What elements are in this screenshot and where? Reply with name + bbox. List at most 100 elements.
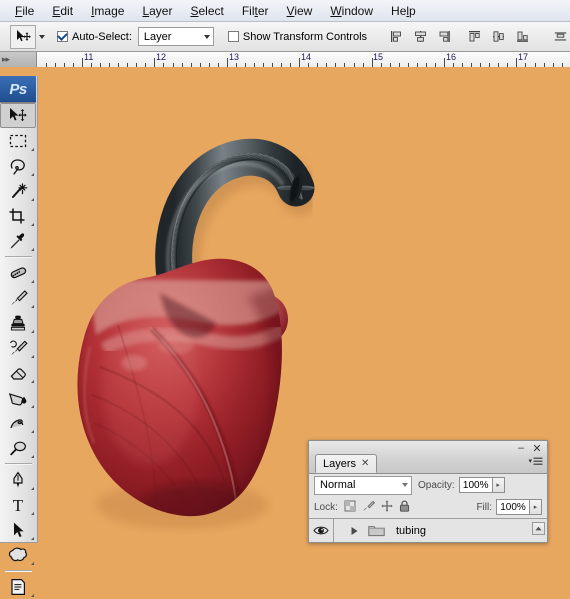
crop-tool[interactable] [0, 203, 36, 228]
layers-panel-titlebar[interactable]: – ✕ [309, 441, 547, 455]
lock-image-pixels-icon[interactable] [362, 500, 375, 515]
show-transform-checkbox[interactable] [227, 31, 239, 42]
lock-all-icon[interactable] [399, 499, 410, 515]
flyout-triangle-icon [31, 562, 34, 565]
dodge-tool[interactable] [0, 435, 36, 460]
ruler-label: 17 [518, 52, 529, 62]
history-brush-tool[interactable] [0, 335, 36, 360]
gradient-tool[interactable] [0, 385, 36, 410]
auto-select-value: Layer [143, 30, 172, 43]
lasso-tool[interactable] [0, 153, 36, 178]
tab-close-icon[interactable]: ✕ [361, 458, 369, 469]
fill-label: Fill: [476, 501, 492, 513]
toolbox-divider-1 [5, 256, 32, 257]
menu-item-select[interactable]: Select [181, 2, 232, 20]
flyout-triangle-icon [31, 355, 34, 358]
menu-label-view: iew [294, 3, 313, 18]
menu-label-edit: dit [60, 3, 74, 18]
menu-item-image[interactable]: Image [82, 2, 133, 20]
menu-bar: File Edit Image Layer Select Filter View… [0, 0, 570, 22]
align-right-edges-icon[interactable] [433, 26, 455, 48]
menu-label-file: ile [22, 3, 35, 18]
distribute-top-edges-icon[interactable] [549, 26, 570, 48]
layer-visibility-toggle[interactable] [309, 519, 334, 542]
path-selection-tool[interactable] [0, 517, 36, 542]
align-left-edges-icon[interactable] [385, 26, 407, 48]
panel-menu-icon[interactable]: ▾ [528, 457, 543, 466]
align-bottom-edges-icon[interactable] [511, 26, 533, 48]
menu-item-layer[interactable]: Layer [133, 2, 181, 20]
align-horizontal-centers-icon[interactable] [409, 26, 431, 48]
pen-tool[interactable] [0, 467, 36, 492]
flyout-triangle-icon [31, 455, 34, 458]
menu-label-select: elect [198, 3, 224, 18]
tab-layers[interactable]: Layers ✕ [315, 454, 378, 473]
lock-transparent-pixels-icon[interactable] [344, 500, 356, 515]
menu-item-window[interactable]: Window [321, 2, 382, 20]
magic-wand-tool[interactable] [0, 178, 36, 203]
brush-tool[interactable] [0, 285, 36, 310]
flyout-triangle-icon [31, 594, 34, 597]
flyout-triangle-icon [31, 198, 34, 201]
blur-tool[interactable] [0, 410, 36, 435]
opacity-input[interactable]: 100% [458, 477, 493, 493]
menu-item-view[interactable]: View [278, 2, 322, 20]
fill-input[interactable]: 100% [496, 499, 530, 515]
blend-mode-row: Normal Opacity: 100% ▸ [309, 474, 547, 496]
ruler-label: 11 [84, 52, 94, 62]
menu-label-image: mage [94, 3, 125, 18]
flyout-triangle-icon [31, 223, 34, 226]
flyout-triangle-icon [31, 512, 34, 515]
tool-preset-picker[interactable] [10, 24, 45, 49]
toolbox: Ps T [0, 76, 38, 597]
menu-item-help[interactable]: Help [382, 2, 425, 20]
ruler-tick [516, 58, 517, 67]
lock-position-icon[interactable] [381, 499, 393, 515]
blend-mode-chevron-down-icon [402, 483, 408, 487]
table-row[interactable]: tubing [309, 518, 547, 542]
layer-group-expand-toggle[interactable] [350, 526, 359, 536]
flyout-triangle-icon [31, 537, 34, 540]
align-vertical-centers-icon[interactable] [487, 26, 509, 48]
menu-item-file[interactable]: File [6, 2, 43, 20]
menu-label-layer: ayer [149, 3, 173, 18]
flyout-triangle-icon [31, 173, 34, 176]
ruler-tick [444, 58, 445, 67]
flyout-triangle-icon [31, 280, 34, 283]
healing-brush-tool[interactable] [0, 260, 36, 285]
auto-select-chevron-down-icon [203, 34, 210, 39]
menu-label-help-b: p [409, 3, 416, 18]
eyedropper-tool[interactable] [0, 228, 36, 253]
fill-stepper[interactable]: ▸ [530, 499, 542, 515]
opacity-stepper[interactable]: ▸ [492, 477, 505, 493]
layers-scroll-up-button[interactable] [532, 522, 545, 535]
menu-item-edit[interactable]: Edit [43, 2, 82, 20]
move-tool[interactable] [0, 103, 36, 128]
tool-preset-chevron-down-icon[interactable] [39, 34, 45, 39]
auto-select-dropdown[interactable]: Layer [137, 27, 214, 46]
clone-stamp-tool[interactable] [0, 310, 36, 335]
close-icon[interactable]: ✕ [531, 442, 543, 455]
horizontal-type-tool[interactable]: T [0, 492, 36, 517]
ruler-label: 13 [229, 52, 240, 62]
notes-tool[interactable] [0, 574, 36, 599]
tab-layers-label: Layers [323, 457, 357, 470]
distribute-buttons-group [549, 26, 570, 48]
horizontal-ruler[interactable]: 11 12 13 14 15 16 17 ▸▸ [0, 52, 570, 68]
menu-label-help-a: He [391, 3, 407, 18]
align-top-edges-icon[interactable] [463, 26, 485, 48]
flyout-triangle-icon [31, 430, 34, 433]
menu-label-filter-b: er [257, 3, 269, 18]
minimize-icon[interactable]: – [515, 442, 527, 454]
eraser-tool[interactable] [0, 360, 36, 385]
layer-name[interactable]: tubing [396, 525, 426, 537]
ruler-corner[interactable]: ▸▸ [0, 52, 37, 67]
blend-mode-dropdown[interactable]: Normal [314, 475, 412, 495]
rectangular-marquee-tool[interactable] [0, 128, 36, 153]
ruler-tick [299, 58, 300, 67]
layers-panel[interactable]: – ✕ Layers ✕ ▾ Normal Opacity: 100% ▸ Lo… [308, 440, 548, 543]
auto-select-checkbox[interactable] [57, 31, 68, 42]
photoshop-logo: Ps [0, 76, 36, 103]
menu-item-filter[interactable]: Filter [233, 2, 278, 20]
custom-shape-tool[interactable] [0, 542, 36, 567]
